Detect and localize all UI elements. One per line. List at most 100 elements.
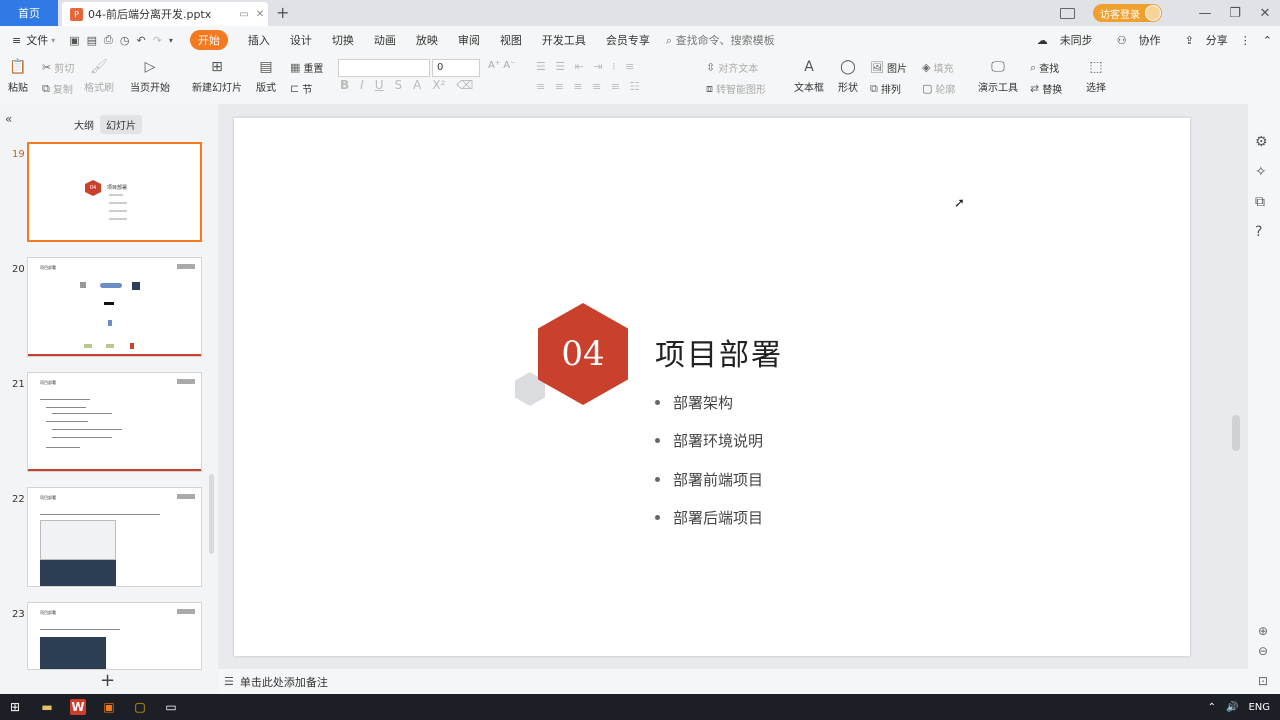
windows-start-icon[interactable]: ⊞ <box>7 699 23 715</box>
wps-icon[interactable]: W <box>70 699 86 715</box>
zoom-in-icon[interactable]: ⊕ <box>1258 624 1268 638</box>
collab-button[interactable]: ⚇ 协作 <box>1105 32 1161 48</box>
presentation-app-icon[interactable]: ▣ <box>101 699 117 715</box>
reset-button[interactable]: ▦ 重置 <box>290 60 323 75</box>
underline-icon[interactable]: U <box>375 78 384 92</box>
redo-icon[interactable]: ↷ <box>153 34 169 47</box>
save-icon[interactable]: ▣ <box>69 34 86 47</box>
minimize-icon[interactable]: — <box>1190 6 1220 21</box>
tab-view[interactable]: 视图 <box>500 32 522 48</box>
maximize-icon[interactable]: ❐ <box>1220 6 1250 21</box>
tab-slideshow[interactable]: 放映 <box>416 32 438 48</box>
current-slide[interactable]: 04 项目部署 部署架构 部署环境说明 部署前端项目 部署后端项目 ➚ <box>234 118 1190 656</box>
print-icon[interactable]: ⎙ <box>104 33 120 47</box>
tab-transition[interactable]: 切换 <box>332 32 354 48</box>
section-button[interactable]: ⊏ 节 <box>290 81 312 96</box>
close-tab-icon[interactable]: ✕ <box>252 9 268 20</box>
share-button[interactable]: ⇪ 分享 <box>1173 32 1228 48</box>
slide-thumb-21[interactable]: 项目部署 <box>27 372 202 472</box>
slide-thumb-23[interactable]: 项目部署 <box>27 602 202 670</box>
guest-login-button[interactable]: 访客登录 <box>1093 4 1162 22</box>
notes-bar[interactable]: ☰ 单击此处添加备注 <box>218 669 1248 694</box>
tray-up-icon[interactable]: ⌃ <box>1208 702 1216 713</box>
font-family-select[interactable] <box>338 59 430 77</box>
clear-format-icon[interactable]: ⌫ <box>456 78 473 92</box>
zoom-out-icon[interactable]: ⊖ <box>1258 644 1268 658</box>
language-indicator[interactable]: ENG <box>1248 702 1270 713</box>
help-icon[interactable]: ? <box>1255 224 1262 240</box>
tab-start[interactable]: 开始 <box>189 30 228 50</box>
terminal-icon[interactable]: ▢ <box>132 699 148 715</box>
tab-outline[interactable]: 大纲 <box>68 115 100 134</box>
shape-button[interactable]: ◯ 形状 <box>838 58 858 94</box>
tab-animation[interactable]: 动画 <box>374 32 396 48</box>
properties-icon[interactable]: ⚙ <box>1255 134 1268 150</box>
text-box-button[interactable]: A 文本框 <box>794 58 824 94</box>
unsync-button[interactable]: ☁ 未同步 <box>1025 32 1093 48</box>
align-text-button[interactable]: ⇳ 对齐文本 <box>706 60 758 75</box>
layout-button[interactable]: ▤ 版式 <box>256 58 276 94</box>
customize-chevron-icon[interactable]: ▾ <box>169 36 180 45</box>
strike-icon[interactable]: S <box>395 78 403 92</box>
cut-button[interactable]: ✂ 剪切 <box>42 60 74 75</box>
new-tab-button[interactable]: + <box>276 3 289 22</box>
paragraph-row-bottom[interactable]: ≡ ≡ ≡ ≡ ≡ ☷ <box>536 80 642 93</box>
tab-insert[interactable]: 插入 <box>248 32 270 48</box>
format-painter-button[interactable]: 🖌 格式刷 <box>84 58 114 94</box>
tab-member[interactable]: 会员专享 <box>606 32 650 48</box>
window-layout-icon[interactable] <box>1060 7 1075 19</box>
copy-button[interactable]: ⧉ 复制 <box>42 81 73 97</box>
select-button[interactable]: ⬚ 选择 <box>1086 58 1106 94</box>
fit-page-icon[interactable]: ⊡ <box>1258 674 1268 688</box>
home-tab[interactable]: 首页 <box>0 0 58 26</box>
find-button[interactable]: ⌕ 查找 <box>1030 60 1059 76</box>
restore-tab-icon[interactable]: ▭ <box>236 9 252 20</box>
tab-review[interactable]: 审阅 <box>458 32 480 48</box>
paste-button[interactable]: 📋 粘贴 <box>8 58 28 94</box>
bold-icon[interactable]: B <box>340 78 349 92</box>
slide-thumb-22[interactable]: 项目部署 <box>27 487 202 587</box>
fill-button[interactable]: ◈ 填充 <box>922 60 953 75</box>
add-slide-button[interactable]: + <box>100 670 115 691</box>
italic-icon[interactable]: I <box>360 78 364 92</box>
slide-copy-icon[interactable]: ⧉ <box>1255 194 1265 210</box>
window-icon[interactable]: ▭ <box>163 699 179 715</box>
arrange-button[interactable]: ⧉ 排列 <box>870 81 901 97</box>
slide-thumb-19[interactable]: 04 项目部署 <box>27 142 202 242</box>
outline-button[interactable]: ▢ 轮廓 <box>922 81 955 96</box>
tab-design[interactable]: 设计 <box>290 32 312 48</box>
file-menu[interactable]: ≡ 文件 ▾ <box>12 32 55 48</box>
close-window-icon[interactable]: ✕ <box>1250 6 1280 21</box>
replace-button[interactable]: ⇄ 替换 <box>1030 81 1062 96</box>
picture-button[interactable]: 🖼 图片 <box>870 60 907 75</box>
font-size-select[interactable]: 0 <box>432 59 480 77</box>
font-color-icon[interactable]: A <box>413 78 421 92</box>
preview-icon[interactable]: ◷ <box>120 34 137 47</box>
tab-slides[interactable]: 幻灯片 <box>100 115 142 134</box>
new-slide-button[interactable]: ⊞ 新建幻灯片 <box>192 58 242 94</box>
canvas-scrollbar[interactable] <box>1232 415 1240 451</box>
from-current-button[interactable]: ▷ 当页开始 <box>130 58 170 94</box>
slide-title[interactable]: 项目部署 <box>655 330 783 374</box>
more-icon[interactable]: ⋮ <box>1240 34 1251 47</box>
tab-developer[interactable]: 开发工具 <box>542 32 586 48</box>
brush-icon: 🖌 <box>90 59 108 75</box>
paragraph-row-top[interactable]: ☰ ☰ ⇤ ⇥ ⁝ ≡ <box>536 60 637 73</box>
export-pdf-icon[interactable]: ▤ <box>87 34 104 47</box>
font-grow-shrink-icons[interactable]: A⁺ A⁻ <box>488 60 515 71</box>
undo-icon[interactable]: ↶ <box>136 34 152 47</box>
collapse-ribbon-icon[interactable]: ⌃ <box>1263 34 1272 47</box>
animation-icon[interactable]: ✧ <box>1255 164 1267 180</box>
slide-thumb-20[interactable]: 项目部署 <box>27 257 202 357</box>
file-explorer-icon[interactable]: ▬ <box>39 699 55 715</box>
smart-art-button[interactable]: ⧈ 转智能图形 <box>706 81 766 97</box>
present-tools-button[interactable]: 🖵 演示工具 <box>978 58 1018 94</box>
thumb-scrollbar[interactable] <box>209 474 214 554</box>
section-number-hexagon[interactable]: 04 <box>538 303 628 405</box>
command-search[interactable]: ⌕ 查找命令、搜索模板 <box>666 32 775 48</box>
collapse-panel-icon[interactable]: « <box>5 112 12 126</box>
bullet-list[interactable]: 部署架构 部署环境说明 部署前端项目 部署后端项目 <box>655 383 763 537</box>
superscript-icon[interactable]: X² <box>432 78 445 92</box>
document-tab[interactable]: P 04-前后端分离开发.pptx ▭ ✕ <box>62 2 268 26</box>
volume-icon[interactable]: 🔊 <box>1226 702 1238 713</box>
